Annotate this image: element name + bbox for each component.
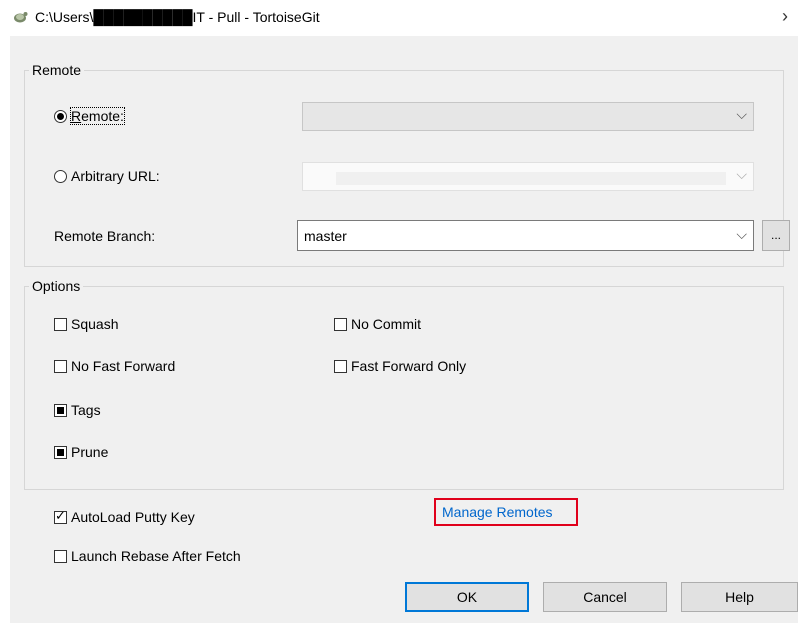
- remote-branch-select[interactable]: master ⌵: [297, 220, 754, 251]
- fast-forward-only-label: Fast Forward Only: [351, 358, 467, 374]
- checkbox-unchecked-icon: [334, 318, 347, 331]
- close-icon[interactable]: ›: [782, 6, 788, 27]
- fast-forward-only-checkbox[interactable]: Fast Forward Only: [334, 358, 466, 374]
- checkbox-unchecked-icon: [54, 318, 67, 331]
- checkbox-indeterminate-icon: [54, 404, 67, 417]
- autoload-putty-key-checkbox[interactable]: ✓ AutoLoad Putty Key: [54, 509, 195, 525]
- remote-branch-label: Remote Branch:: [54, 228, 156, 244]
- browse-branch-button[interactable]: ...: [762, 220, 790, 251]
- no-fast-forward-label: No Fast Forward: [71, 358, 176, 374]
- title-bar: C:\Users\██████████IT - Pull - TortoiseG…: [0, 0, 798, 36]
- tags-checkbox[interactable]: Tags: [54, 402, 101, 418]
- no-fast-forward-checkbox[interactable]: No Fast Forward: [54, 358, 175, 374]
- cancel-button[interactable]: Cancel: [543, 582, 667, 612]
- arbitrary-url-redacted: [336, 172, 726, 185]
- checkbox-unchecked-icon: [54, 550, 67, 563]
- arbitrary-url-radio[interactable]: Arbitrary URL:: [54, 168, 160, 184]
- checkbox-unchecked-icon: [54, 360, 67, 373]
- window-title: C:\Users\██████████IT - Pull - TortoiseG…: [35, 9, 320, 25]
- remote-radio[interactable]: Remote:: [54, 107, 125, 125]
- remote-select[interactable]: ⌵: [302, 102, 754, 131]
- dialog-client: Remote Remote: ⌵ Arbitrary URL: ⌵ Remote…: [10, 36, 798, 623]
- options-group-legend: Options: [32, 278, 81, 294]
- prune-checkbox[interactable]: Prune: [54, 444, 108, 460]
- radio-unselected-icon: [54, 170, 67, 183]
- tortoisegit-icon: [14, 12, 28, 23]
- remote-branch-value: master: [304, 228, 347, 244]
- arbitrary-url-input[interactable]: ⌵: [302, 162, 754, 191]
- radio-selected-icon: [54, 110, 67, 123]
- checkbox-indeterminate-icon: [54, 446, 67, 459]
- squash-label: Squash: [71, 316, 119, 332]
- remote-radio-label: Remote:: [70, 107, 125, 125]
- manage-remotes-link[interactable]: Manage Remotes: [442, 504, 553, 520]
- launch-rebase-label: Launch Rebase After Fetch: [71, 548, 241, 564]
- help-button[interactable]: Help: [681, 582, 798, 612]
- launch-rebase-checkbox[interactable]: Launch Rebase After Fetch: [54, 548, 241, 564]
- ok-button[interactable]: OK: [405, 582, 529, 612]
- no-commit-checkbox[interactable]: No Commit: [334, 316, 421, 332]
- options-group: Options: [24, 278, 784, 490]
- arbitrary-url-label: Arbitrary URL:: [71, 168, 160, 184]
- prune-label: Prune: [71, 444, 109, 460]
- chevron-down-icon: ⌵: [736, 166, 747, 182]
- checkbox-checked-icon: ✓: [54, 508, 67, 524]
- chevron-down-icon: ⌵: [736, 106, 747, 122]
- tags-label: Tags: [71, 402, 101, 418]
- chevron-down-icon: ⌵: [736, 226, 747, 242]
- no-commit-label: No Commit: [351, 316, 422, 332]
- autoload-putty-key-label: AutoLoad Putty Key: [71, 509, 195, 525]
- remote-group-legend: Remote: [32, 62, 82, 78]
- checkbox-unchecked-icon: [334, 360, 347, 373]
- squash-checkbox[interactable]: Squash: [54, 316, 118, 332]
